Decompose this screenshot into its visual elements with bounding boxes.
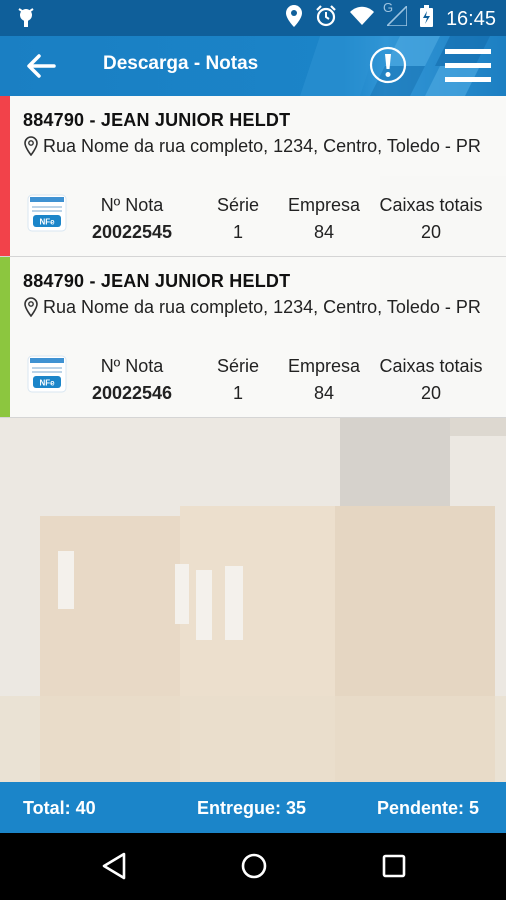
nav-back-button[interactable] <box>101 851 127 886</box>
caixas-value: 20 <box>420 383 442 403</box>
empresa-label: Empresa <box>287 356 361 376</box>
nav-home-button[interactable] <box>240 851 268 886</box>
page-title: Descarga - Notas <box>103 53 259 74</box>
nav-recents-button[interactable] <box>381 851 407 886</box>
status-bar: G 16:45 <box>0 0 506 36</box>
battery-icon <box>419 5 433 32</box>
nota-number: 20022546 <box>91 383 173 403</box>
triangle-back-icon <box>102 852 126 880</box>
delivered-count: Entregue: 35 <box>197 798 307 818</box>
total-count: Total: 40 <box>23 798 96 818</box>
cell-signal-icon: G <box>383 0 408 31</box>
caixas-label: Caixas totais <box>379 356 483 376</box>
client-address: Rua Nome da rua completo, 1234, Centro, … <box>43 136 481 156</box>
serie-column: Série 1 <box>208 194 268 243</box>
network-type-label: G <box>382 0 394 15</box>
caixas-label: Caixas totais <box>379 195 483 215</box>
serie-column: Série 1 <box>208 355 268 404</box>
back-button[interactable] <box>24 50 58 82</box>
map-pin-icon <box>24 136 38 161</box>
location-icon <box>285 5 302 32</box>
nota-card[interactable]: 884790 - JEAN JUNIOR HELDT Rua Nome da r… <box>0 257 506 418</box>
nfe-document-icon: NFe <box>27 194 67 237</box>
client-name: 884790 - JEAN JUNIOR HELDT <box>23 110 291 130</box>
pending-count: Pendente: 5 <box>377 798 480 818</box>
nota-number: 20022545 <box>91 222 173 242</box>
nfe-badge-label: NFe <box>39 218 55 227</box>
nota-card[interactable]: 884790 - JEAN JUNIOR HELDT Rua Nome da r… <box>0 96 506 257</box>
hamburger-menu-icon <box>445 49 491 82</box>
app-bar: Descarga - Notas <box>0 36 506 96</box>
nota-label: Nº Nota <box>100 195 164 215</box>
nota-label: Nº Nota <box>100 356 164 376</box>
wifi-icon <box>349 6 374 31</box>
status-stripe <box>0 96 10 256</box>
client-name: 884790 - JEAN JUNIOR HELDT <box>23 271 291 291</box>
serie-label: Série <box>216 356 260 376</box>
serie-value: 1 <box>232 383 243 403</box>
exclamation-circle-icon <box>369 46 407 84</box>
menu-button[interactable] <box>445 45 491 87</box>
serie-label: Série <box>216 195 260 215</box>
circle-home-icon <box>241 853 267 879</box>
map-pin-icon <box>24 297 38 322</box>
nota-number-column: Nº Nota 20022545 <box>82 194 182 243</box>
caixas-column: Caixas totais 20 <box>372 355 490 404</box>
nota-number-column: Nº Nota 20022546 <box>82 355 182 404</box>
serie-value: 1 <box>232 222 243 242</box>
system-navigation-bar <box>0 833 506 900</box>
alarm-icon <box>315 5 337 32</box>
empresa-column: Empresa 84 <box>283 355 365 404</box>
nfe-badge-label: NFe <box>39 379 55 388</box>
empresa-value: 84 <box>313 222 335 242</box>
alert-button[interactable] <box>368 45 408 85</box>
notes-list[interactable]: 884790 - JEAN JUNIOR HELDT Rua Nome da r… <box>0 96 506 782</box>
empresa-column: Empresa 84 <box>283 194 365 243</box>
empresa-value: 84 <box>313 383 335 403</box>
client-address: Rua Nome da rua completo, 1234, Centro, … <box>43 297 481 317</box>
status-time: 16:45 <box>445 7 496 30</box>
arrow-left-icon <box>27 54 56 78</box>
square-recents-icon <box>382 854 406 878</box>
android-debug-icon <box>16 7 36 34</box>
empresa-label: Empresa <box>287 195 361 215</box>
status-stripe <box>0 257 10 417</box>
caixas-column: Caixas totais 20 <box>372 194 490 243</box>
nfe-document-icon: NFe <box>27 355 67 398</box>
caixas-value: 20 <box>420 222 442 242</box>
summary-bar: Total: 40 Entregue: 35 Pendente: 5 <box>0 782 506 833</box>
